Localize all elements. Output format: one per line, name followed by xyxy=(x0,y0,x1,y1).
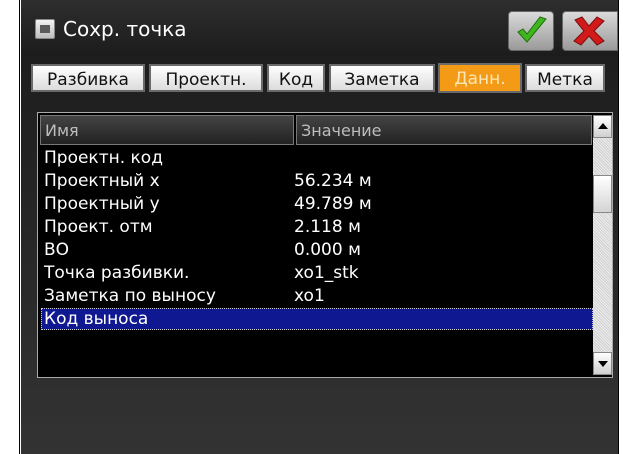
table-row[interactable]: Проектный x 56.234 м xyxy=(41,170,593,192)
row-name: Заметка по выносу xyxy=(44,286,216,306)
row-name: Проектн. код xyxy=(44,148,163,168)
table-header: Имя Значение xyxy=(40,115,592,145)
tab-label[interactable]: Метка xyxy=(525,64,605,92)
app-screen: Сохр. точка Разбивка Проектн. Код Заметк… xyxy=(21,0,618,454)
cancel-button[interactable] xyxy=(562,11,618,51)
table-row[interactable]: Проектный y 49.789 м xyxy=(41,193,593,215)
row-name: ВО xyxy=(44,240,70,260)
row-value: 2.118 м xyxy=(294,217,361,237)
vertical-scrollbar[interactable] xyxy=(593,115,612,375)
data-table: Имя Значение Проектн. код Проектный x 56… xyxy=(37,112,613,378)
close-icon xyxy=(573,16,605,46)
table-row[interactable]: ВО 0.000 м xyxy=(41,239,593,261)
row-name: Проект. отм xyxy=(44,217,153,237)
table-row[interactable]: Заметка по выносу xo1 xyxy=(41,285,593,307)
tab-design[interactable]: Проектн. xyxy=(149,64,263,92)
row-name: Проектный y xyxy=(44,194,160,214)
right-frame xyxy=(618,0,623,454)
column-header-name[interactable]: Имя xyxy=(40,115,294,145)
row-name: Проектный x xyxy=(44,171,160,191)
row-value: 56.234 м xyxy=(294,171,372,191)
row-name: Точка разбивки. xyxy=(44,263,190,283)
column-header-value[interactable]: Значение xyxy=(296,115,592,145)
row-value: xo1 xyxy=(294,286,325,306)
arrow-down-icon xyxy=(598,361,608,367)
scroll-down-button[interactable] xyxy=(593,352,612,375)
row-value: 49.789 м xyxy=(294,194,372,214)
tab-stakeout[interactable]: Разбивка xyxy=(31,64,145,92)
tab-code[interactable]: Код xyxy=(267,64,325,92)
window-title: Сохр. точка xyxy=(63,17,187,41)
checkmark-icon xyxy=(517,16,547,43)
table-row[interactable]: Проектн. код xyxy=(41,147,593,169)
device-icon xyxy=(35,19,55,39)
left-frame xyxy=(0,0,20,454)
row-value: xo1_stk xyxy=(294,263,359,283)
table-row-selected[interactable]: Код выноса xyxy=(41,308,593,330)
arrow-up-icon xyxy=(598,123,608,129)
tab-data[interactable]: Данн. xyxy=(438,63,522,93)
title-bar: Сохр. точка xyxy=(21,0,618,56)
scroll-thumb[interactable] xyxy=(593,175,612,213)
table-row[interactable]: Проект. отм 2.118 м xyxy=(41,216,593,238)
table-row[interactable]: Точка разбивки. xo1_stk xyxy=(41,262,593,284)
row-value: 0.000 м xyxy=(294,240,361,260)
tab-note[interactable]: Заметка xyxy=(329,64,435,92)
scroll-up-button[interactable] xyxy=(593,115,612,138)
row-name: Код выноса xyxy=(44,309,149,329)
ok-button[interactable] xyxy=(508,11,554,51)
